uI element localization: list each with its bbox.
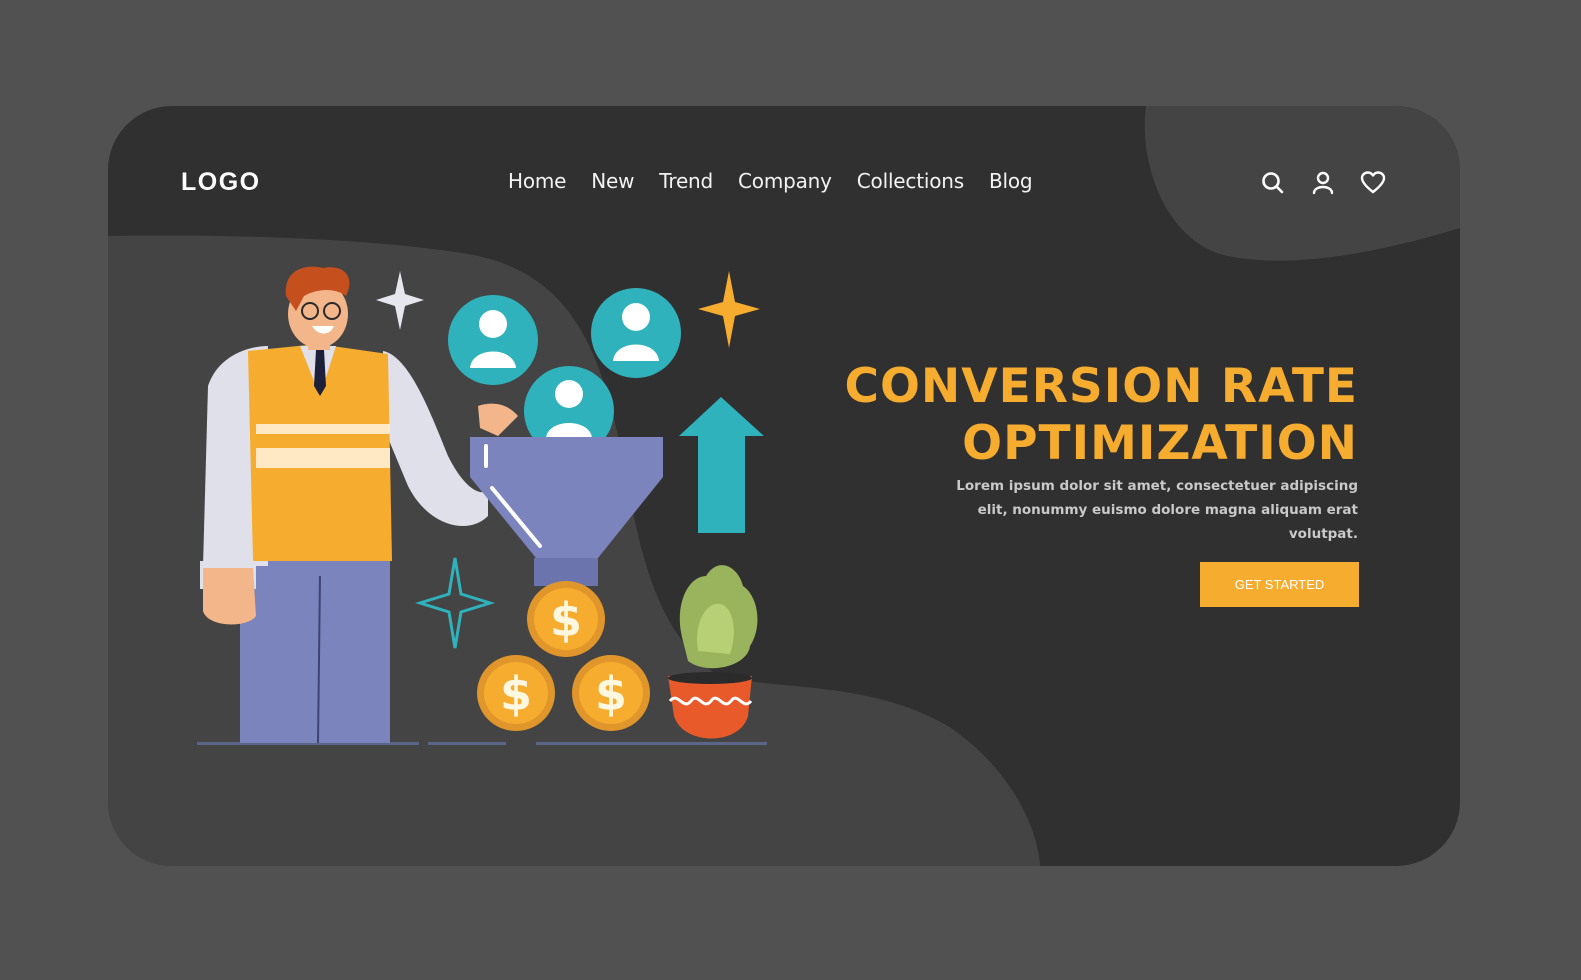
coin-1: $	[527, 581, 605, 657]
hero-description: Lorem ipsum dolor sit amet, consectetuer…	[956, 478, 1358, 542]
potted-plant-icon	[668, 565, 758, 739]
user-avatar-2	[591, 288, 681, 378]
landing-card: LOGO Home New Trend Company Collections …	[108, 106, 1460, 866]
coin-2: $	[477, 655, 555, 731]
coin-symbol: $	[550, 593, 582, 647]
up-arrow-icon	[679, 397, 764, 533]
coin-symbol: $	[595, 667, 627, 721]
hero-title-line-2: OPTIMIZATION	[962, 416, 1358, 471]
user-avatar-1	[448, 295, 538, 385]
coin-symbol: $	[500, 667, 532, 721]
sparkle-orange-icon	[698, 271, 760, 348]
sparkle-teal-icon	[414, 557, 496, 649]
get-started-button[interactable]: GET STARTED	[1200, 562, 1359, 607]
sparkle-white-icon	[376, 271, 424, 330]
coin-3: $	[572, 655, 650, 731]
hero-title: CONVERSION RATE OPTIMIZATION	[844, 358, 1358, 472]
hero-title-line-1: CONVERSION RATE	[844, 359, 1358, 414]
funnel-icon	[470, 437, 663, 586]
